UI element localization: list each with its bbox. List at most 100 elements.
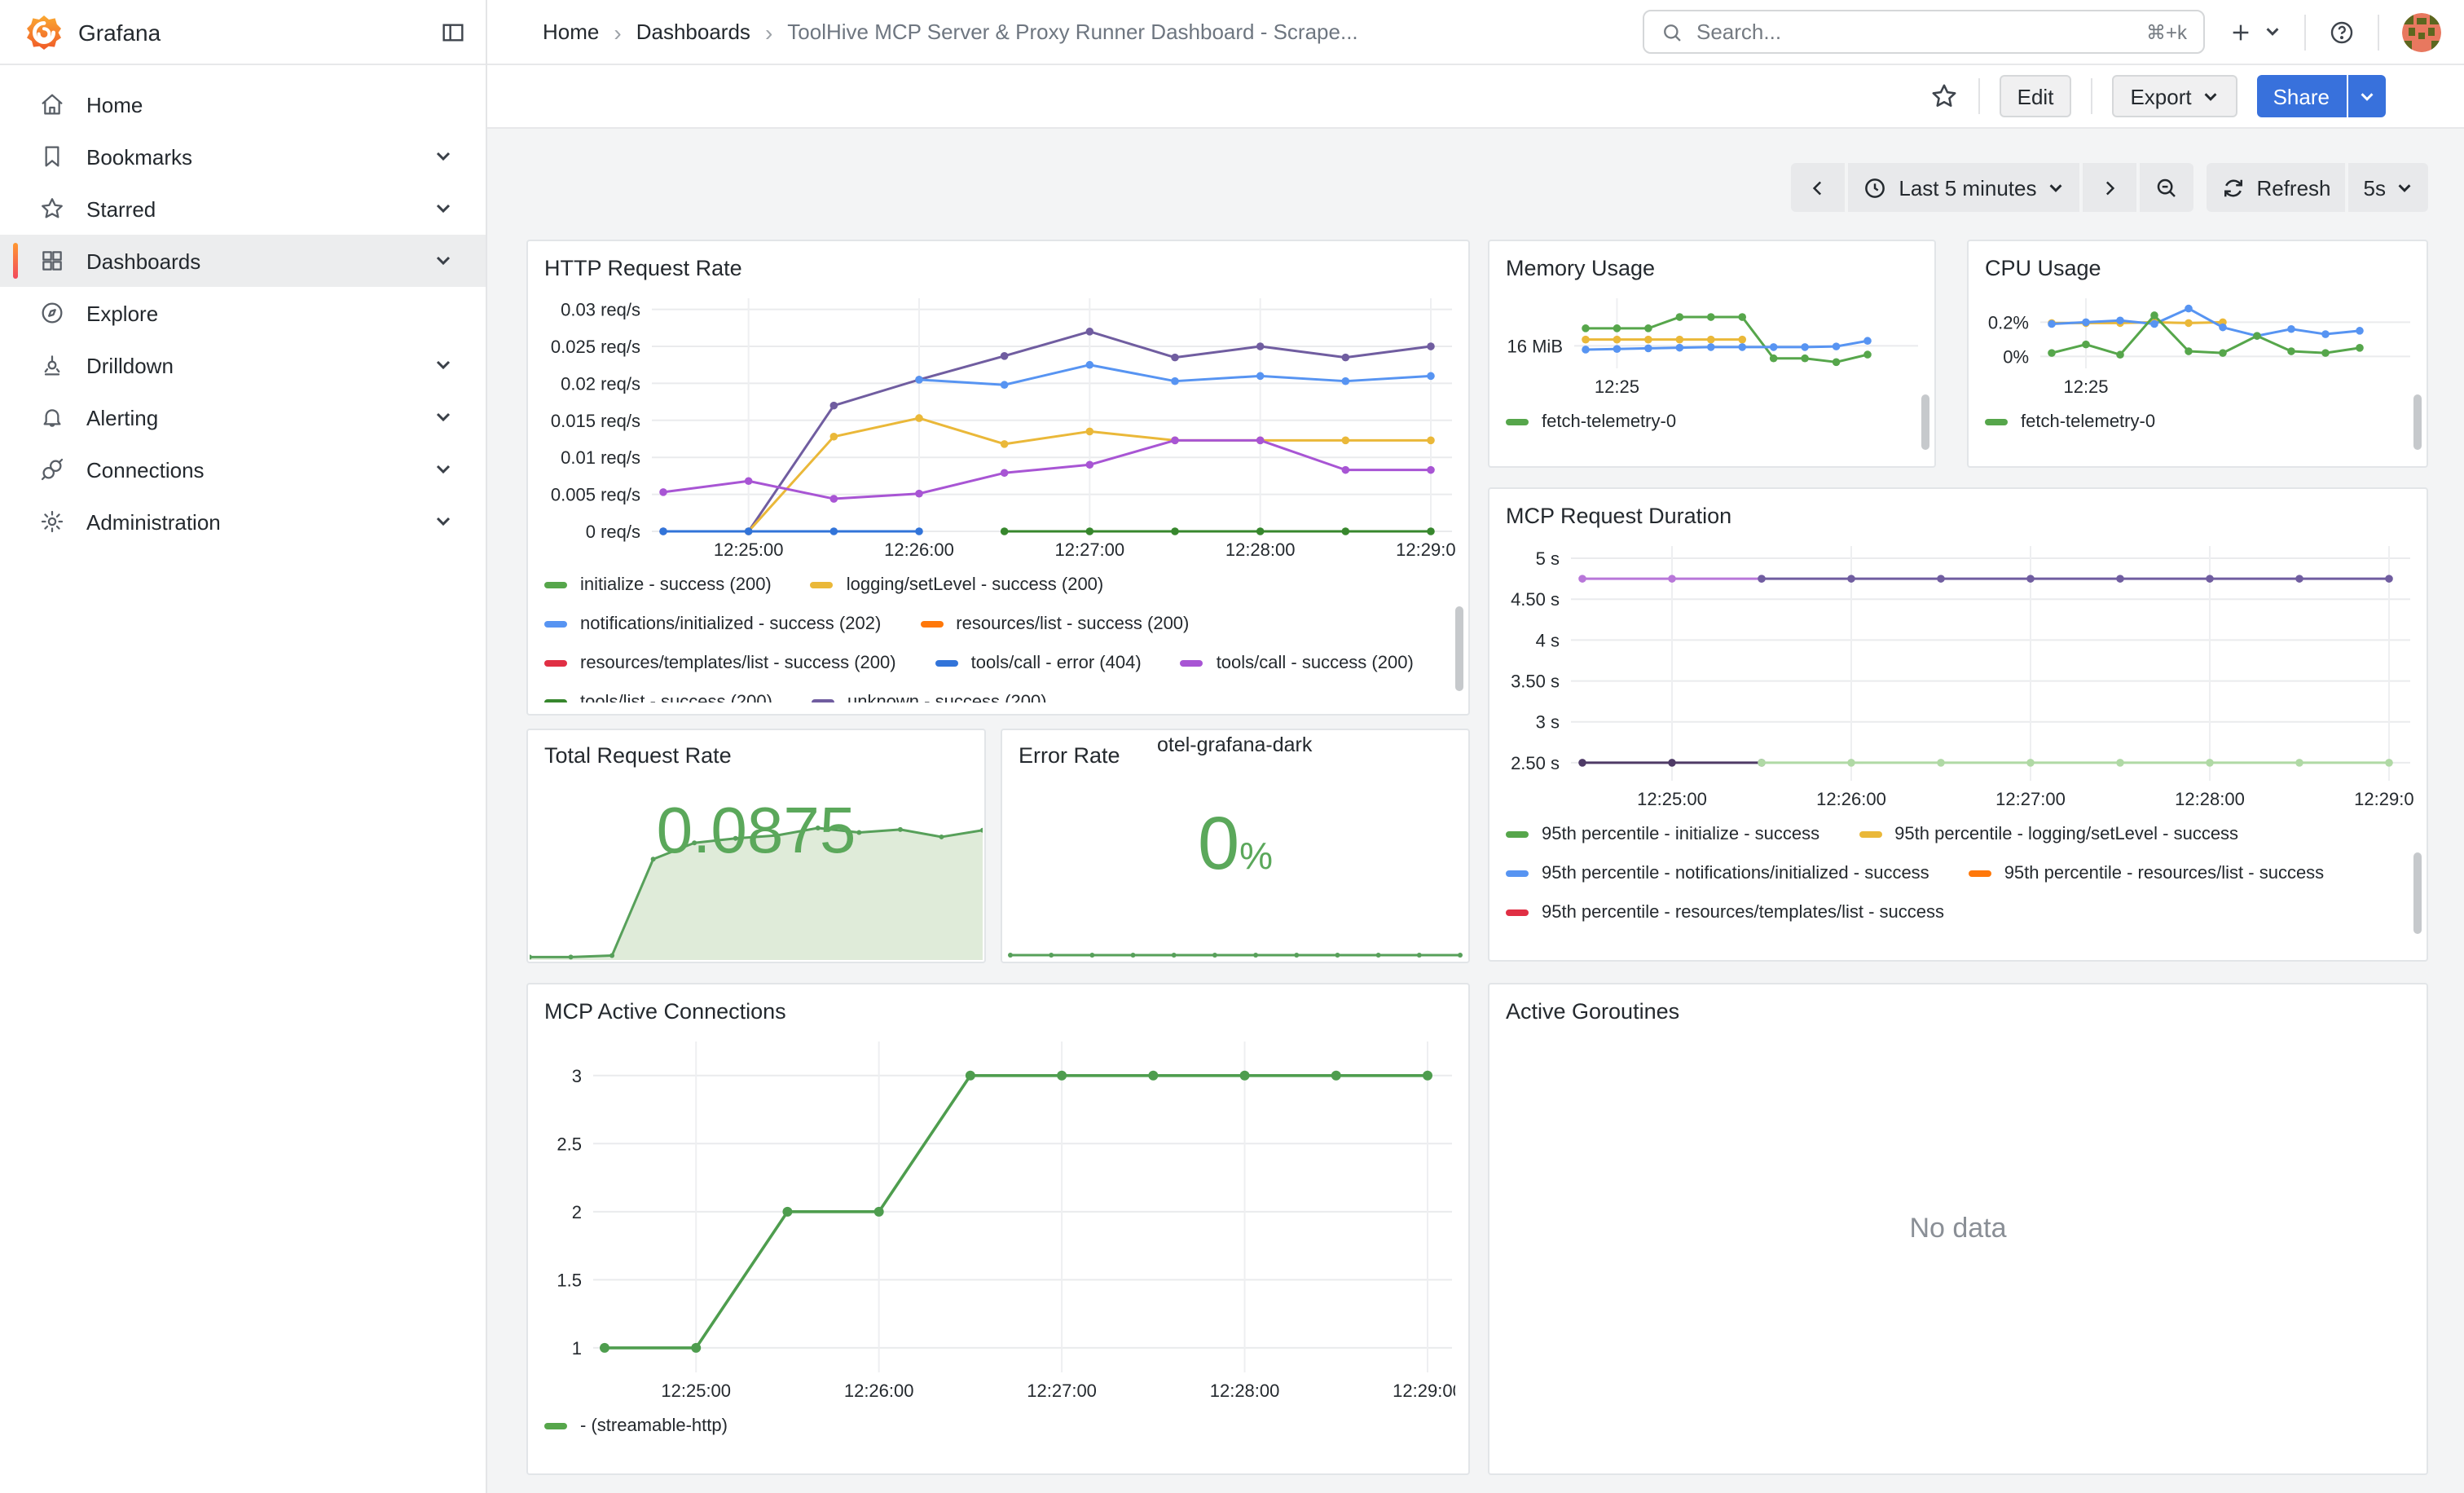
time-shift-forward-button[interactable] <box>2082 163 2136 212</box>
chevron-down-icon <box>2396 178 2413 196</box>
time-range-group: Last 5 minutes <box>1791 163 2193 212</box>
legend-swatch-icon <box>544 699 567 702</box>
sidebar-item-home[interactable]: Home <box>0 78 486 130</box>
refresh-interval-picker[interactable]: 5s <box>2349 163 2428 212</box>
sidebar-item-connections[interactable]: Connections <box>0 443 486 495</box>
compass-icon <box>39 300 65 326</box>
legend-item[interactable]: 95th percentile - notifications/initiali… <box>1506 861 1929 887</box>
legend-swatch-icon <box>1506 909 1529 916</box>
export-button[interactable]: Export <box>2112 75 2237 117</box>
chevron-down-icon <box>2046 178 2064 196</box>
legend-item[interactable]: fetch-telemetry-0 <box>1506 409 1676 435</box>
panel-title[interactable]: Active Goroutines <box>1506 999 2413 1024</box>
chevron-down-icon <box>433 512 453 531</box>
sidebar-item-starred[interactable]: Starred <box>0 183 486 235</box>
zoom-out-button[interactable] <box>2139 163 2193 212</box>
time-range-picker[interactable]: Last 5 minutes <box>1848 163 2079 212</box>
top-bar: Home › Dashboards › ToolHive MCP Server … <box>487 0 2464 65</box>
panel-total-request-rate: Total Request Rate 0.0875 <box>526 729 986 963</box>
svg-text:12:25:00: 12:25:00 <box>714 540 784 560</box>
legend-swatch-icon <box>1985 419 2008 425</box>
chart-error-rate[interactable] <box>1004 944 1467 960</box>
refresh-icon <box>2220 175 2245 200</box>
search-input[interactable]: Search... ⌘+k <box>1643 10 2205 54</box>
breadcrumb-home[interactable]: Home <box>543 20 599 44</box>
svg-text:12:26:00: 12:26:00 <box>844 1381 914 1401</box>
legend-item[interactable]: tools/call - success (200) <box>1181 650 1414 676</box>
refresh-button[interactable]: Refresh <box>2206 163 2345 212</box>
svg-text:2: 2 <box>572 1202 582 1222</box>
legend-scrollbar[interactable] <box>2413 394 2422 450</box>
sidebar-item-bookmarks[interactable]: Bookmarks <box>0 130 486 183</box>
dashboard-actions-bar: Edit Export Share <box>487 65 2464 129</box>
legend-swatch-icon <box>1506 831 1529 838</box>
share-dropdown-button[interactable] <box>2348 75 2386 117</box>
gear-icon <box>39 509 65 535</box>
panel-cpu-usage: CPU Usage 0%0.2%12:25 fetch-telemetry-0 <box>1967 240 2428 468</box>
panel-title[interactable]: HTTP Request Rate <box>544 256 1455 280</box>
legend-label: resources/templates/list - success (200) <box>580 654 896 673</box>
panel-title[interactable]: CPU Usage <box>1985 256 2413 280</box>
legend-memory-usage: fetch-telemetry-0 <box>1503 409 1921 442</box>
legend-scrollbar[interactable] <box>2413 852 2422 934</box>
svg-text:12:26:00: 12:26:00 <box>884 540 954 560</box>
legend-http-request-rate: initialize - success (200) logging/setLev… <box>541 572 1455 702</box>
legend-item[interactable]: fetch-telemetry-0 <box>1985 409 2155 435</box>
panel-title[interactable]: MCP Request Duration <box>1506 504 2413 528</box>
panel-title[interactable]: Total Request Rate <box>544 743 984 768</box>
grafana-logo[interactable] <box>26 14 62 50</box>
legend-item[interactable]: unknown - success (200) <box>812 689 1047 702</box>
sidebar-collapse-icon[interactable] <box>440 19 466 45</box>
legend-item[interactable]: resources/list - success (200) <box>920 611 1189 637</box>
edit-button[interactable]: Edit <box>2000 75 2072 117</box>
search-placeholder: Search... <box>1696 20 2146 44</box>
sidebar-item-dashboards[interactable]: Dashboards <box>0 235 486 287</box>
sidebar-item-label: Bookmarks <box>86 144 433 169</box>
legend-item[interactable]: 95th percentile - initialize - success <box>1506 821 1819 848</box>
plus-icon <box>2228 19 2254 45</box>
legend-item[interactable]: tools/list - success (200) <box>544 689 772 702</box>
legend-scrollbar[interactable] <box>1921 394 1929 450</box>
sidebar-item-administration[interactable]: Administration <box>0 495 486 548</box>
panel-title[interactable]: Memory Usage <box>1506 256 1921 280</box>
breadcrumb: Home › Dashboards › ToolHive MCP Server … <box>543 19 1358 45</box>
chart-memory-usage[interactable]: 16 MiB12:25 <box>1503 288 1921 399</box>
svg-text:0.025 req/s: 0.025 req/s <box>551 337 640 357</box>
chart-mcp-request-duration[interactable]: 2.50 s3 s3.50 s4 s4.50 s5 s12:25:0012:26… <box>1503 536 2413 812</box>
favorite-star-icon[interactable] <box>1929 81 1959 111</box>
legend-item[interactable]: resources/templates/list - success (200) <box>544 650 896 676</box>
legend-item[interactable]: notifications/initialized - success (202… <box>544 611 881 637</box>
chart-http-request-rate[interactable]: 0 req/s0.005 req/s0.01 req/s0.015 req/s0… <box>541 288 1455 562</box>
chart-cpu-usage[interactable]: 0%0.2%12:25 <box>1982 288 2413 399</box>
legend-swatch-icon <box>920 621 943 628</box>
legend-item[interactable]: 95th percentile - logging/setLevel - suc… <box>1859 821 2238 848</box>
user-avatar[interactable] <box>2402 12 2441 51</box>
top-right-cluster: Search... ⌘+k <box>1643 0 2441 64</box>
stat-value: 0.0875 <box>528 795 984 869</box>
panel-title[interactable]: MCP Active Connections <box>544 999 1455 1024</box>
legend-item[interactable]: 95th percentile - resources/templates/li… <box>1506 900 1944 926</box>
legend-item[interactable]: 95th percentile - resources/list - succe… <box>1969 861 2325 887</box>
sidebar-item-drilldown[interactable]: Drilldown <box>0 339 486 391</box>
share-button[interactable]: Share <box>2257 75 2346 117</box>
chart-mcp-active-connections[interactable]: 11.522.5312:25:0012:26:0012:27:0012:28:0… <box>541 1032 1455 1403</box>
legend-item[interactable]: - (streamable-http) <box>544 1413 728 1439</box>
add-new-button[interactable] <box>2228 19 2281 45</box>
breadcrumb-dashboards[interactable]: Dashboards <box>636 20 750 44</box>
sidebar-item-label: Drilldown <box>86 353 433 377</box>
svg-text:0.005 req/s: 0.005 req/s <box>551 485 640 505</box>
legend-scrollbar[interactable] <box>1455 606 1463 691</box>
sidebar-header: Grafana <box>0 0 486 65</box>
legend-item[interactable]: tools/call - error (404) <box>935 650 1142 676</box>
svg-text:3.50 s: 3.50 s <box>1511 672 1560 692</box>
tooltip-overlay-label: otel-grafana-dark <box>1157 733 1312 756</box>
sidebar-item-alerting[interactable]: Alerting <box>0 391 486 443</box>
time-shift-back-button[interactable] <box>1791 163 1845 212</box>
help-button[interactable] <box>2329 19 2355 45</box>
legend-label: tools/call - error (404) <box>971 654 1142 673</box>
sidebar-item-explore[interactable]: Explore <box>0 287 486 339</box>
divider <box>1978 78 1980 114</box>
legend-item[interactable]: logging/setLevel - success (200) <box>811 572 1104 598</box>
svg-text:12:29:00: 12:29:00 <box>2354 789 2413 809</box>
legend-item[interactable]: initialize - success (200) <box>544 572 772 598</box>
